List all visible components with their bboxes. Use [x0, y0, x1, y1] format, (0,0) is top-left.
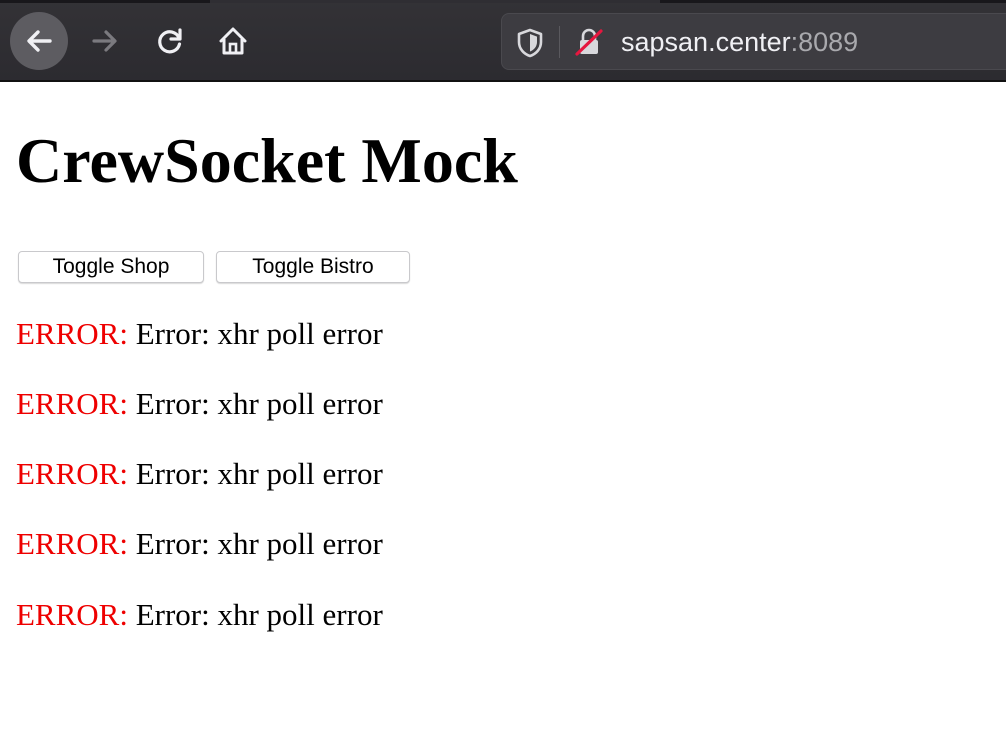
log-line: ERROR: Error: xhr poll error [16, 456, 383, 492]
log-line: ERROR: Error: xhr poll error [16, 316, 383, 352]
error-message: Error: xhr poll error [127, 597, 383, 632]
log-line: ERROR: Error: xhr poll error [16, 597, 383, 633]
error-label: ERROR: [16, 526, 128, 561]
error-label: ERROR: [16, 456, 128, 491]
active-tab-indicator [210, 0, 660, 3]
error-message: Error: xhr poll error [127, 526, 383, 561]
back-arrow-icon [27, 30, 52, 52]
log-line: ERROR: Error: xhr poll error [16, 386, 383, 422]
reload-icon [158, 28, 182, 54]
reload-button[interactable] [141, 12, 199, 70]
browser-toolbar: sapsan.center:8089 [0, 0, 1006, 82]
insecure-lock-icon[interactable] [574, 27, 604, 57]
log-line: ERROR: Error: xhr poll error [16, 526, 383, 562]
url-host: sapsan.center [621, 27, 791, 57]
forward-arrow-icon [92, 30, 117, 52]
home-icon [219, 27, 247, 55]
error-label: ERROR: [16, 316, 128, 351]
url-port: :8089 [790, 27, 859, 57]
back-button[interactable] [10, 12, 68, 70]
address-bar-separator [559, 26, 560, 58]
error-label: ERROR: [16, 386, 128, 421]
error-label: ERROR: [16, 597, 128, 632]
toggle-shop-button[interactable]: Toggle Shop [18, 251, 204, 283]
tracking-shield-icon[interactable] [516, 28, 544, 58]
error-message: Error: xhr poll error [127, 386, 383, 421]
address-bar[interactable]: sapsan.center:8089 [501, 13, 1006, 70]
toggle-bistro-button[interactable]: Toggle Bistro [216, 251, 410, 283]
forward-button[interactable] [76, 12, 134, 70]
error-message: Error: xhr poll error [127, 456, 383, 491]
home-button[interactable] [204, 12, 262, 70]
page-title: CrewSocket Mock [16, 125, 518, 196]
url-text[interactable]: sapsan.center:8089 [621, 27, 858, 57]
error-message: Error: xhr poll error [127, 316, 383, 351]
